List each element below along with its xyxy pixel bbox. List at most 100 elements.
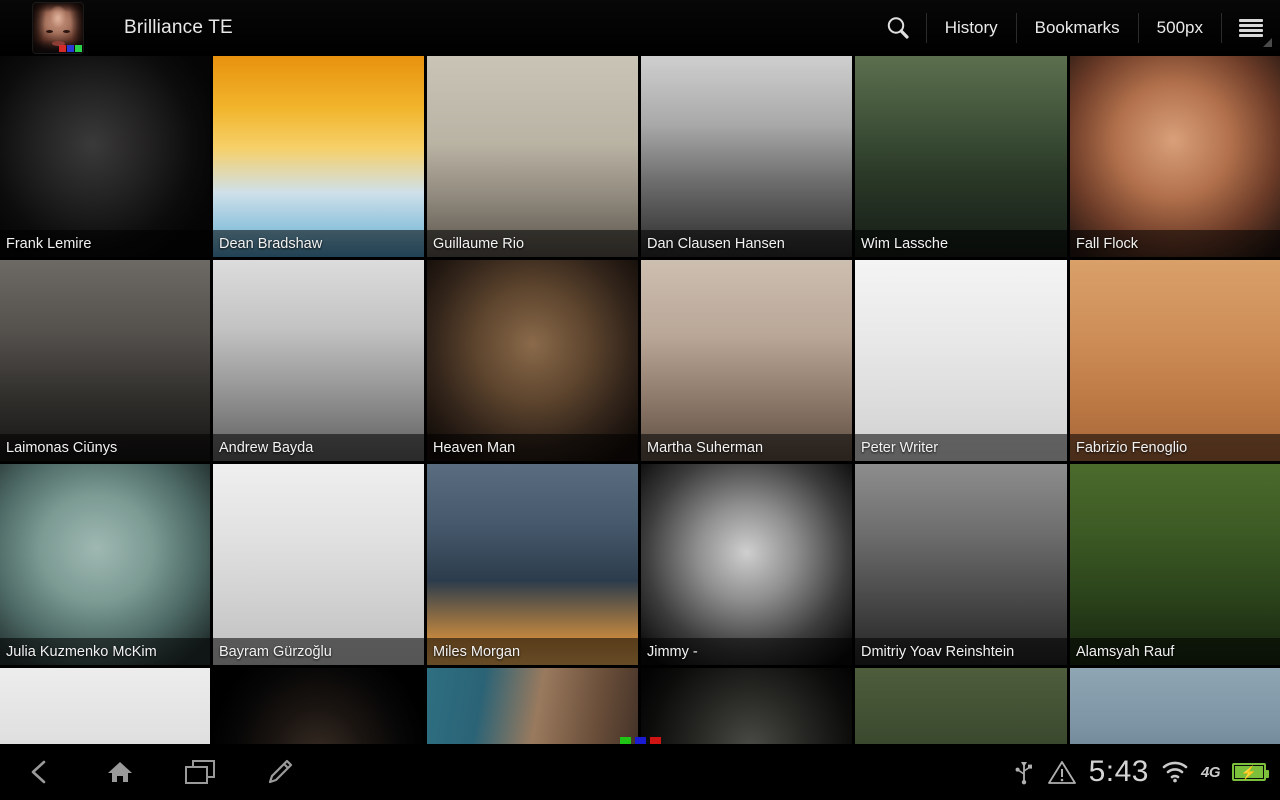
photo-thumbnail: [1070, 668, 1280, 744]
back-chevron-icon: [31, 760, 46, 784]
photo-thumbnail: [427, 260, 638, 461]
photo-tile[interactable]: [1070, 668, 1280, 744]
photo-thumbnail: [855, 260, 1067, 461]
photo-tile[interactable]: [213, 668, 424, 744]
app-logo-rgb-squares: [59, 45, 82, 52]
overflow-menu-button[interactable]: [1222, 0, 1280, 56]
usb-button[interactable]: [1013, 759, 1035, 785]
photo-tile[interactable]: Dean Bradshaw: [213, 56, 424, 257]
usb-icon: [1015, 762, 1032, 785]
grid-row: [0, 668, 1280, 744]
photo-thumbnail: [641, 668, 852, 744]
photo-tile[interactable]: Dmitriy Yoav Reinshtein: [855, 464, 1067, 665]
app-logo-eye-left: [46, 30, 53, 33]
clock[interactable]: 5:43: [1089, 755, 1149, 789]
photo-tile[interactable]: [427, 668, 638, 744]
photo-thumbnail: [641, 260, 852, 461]
search-icon: [887, 17, 909, 39]
warning-triangle-icon: [1047, 761, 1076, 784]
photo-thumbnail: [1070, 464, 1280, 665]
back-button[interactable]: [0, 744, 80, 800]
grid-row: Julia Kuzmenko McKim Bayram Gürzoğlu Mil…: [0, 464, 1280, 665]
photo-tile[interactable]: Peter Writer: [855, 260, 1067, 461]
battery-charging-icon[interactable]: ⚡: [1232, 763, 1269, 781]
photo-thumbnail: [641, 464, 852, 665]
system-nav-buttons: [0, 744, 320, 800]
app-logo-eye-right: [63, 30, 70, 33]
photo-thumbnail: [1070, 260, 1280, 461]
photo-caption: Martha Suherman: [641, 434, 852, 461]
photo-caption: Heaven Man: [427, 434, 638, 461]
photo-thumbnail: [855, 668, 1067, 744]
photo-caption: Dan Clausen Hansen: [641, 230, 852, 257]
photo-caption: Alamsyah Rauf: [1070, 638, 1280, 665]
photo-tile[interactable]: Dan Clausen Hansen: [641, 56, 852, 257]
photo-tile[interactable]: Fabrizio Fenoglio: [1070, 260, 1280, 461]
battery-bolt-icon: ⚡: [1240, 764, 1258, 780]
photo-tile[interactable]: Julia Kuzmenko McKim: [0, 464, 210, 665]
photo-thumbnail: [427, 668, 638, 744]
recent-apps-button[interactable]: [160, 744, 240, 800]
nav-item-bookmarks[interactable]: Bookmarks: [1017, 0, 1138, 56]
photo-caption: Guillaume Rio: [427, 230, 638, 257]
photo-thumbnail: [427, 464, 638, 665]
edit-button[interactable]: [240, 744, 320, 800]
photo-caption: Laimonas Ciūnys: [0, 434, 210, 461]
photo-thumbnail: [855, 464, 1067, 665]
rgb-square-green: [75, 45, 82, 52]
photo-caption: Julia Kuzmenko McKim: [0, 638, 210, 665]
photo-thumbnail: [213, 56, 424, 257]
photo-caption: Dean Bradshaw: [213, 230, 424, 257]
nav-item-history[interactable]: History: [927, 0, 1016, 56]
system-bar: 5:43 4G ⚡: [0, 744, 1280, 800]
photo-tile[interactable]: Martha Suherman: [641, 260, 852, 461]
nav-actions: History Bookmarks 500px: [870, 0, 1280, 56]
photo-tile[interactable]: Jimmy -: [641, 464, 852, 665]
pencil-edit-icon: [268, 759, 293, 784]
photo-caption: Jimmy -: [641, 638, 852, 665]
photo-caption: Bayram Gürzoğlu: [213, 638, 424, 665]
app-title: Brilliance TE: [124, 17, 233, 38]
nav-item-500px[interactable]: 500px: [1139, 0, 1221, 56]
photo-grid[interactable]: Frank Lemire Dean Bradshaw Guillaume Rio…: [0, 56, 1280, 744]
photo-thumbnail: [1070, 56, 1280, 257]
recent-apps-icon: [185, 760, 215, 784]
photo-thumbnail: [641, 56, 852, 257]
photo-thumbnail: [213, 668, 424, 744]
photo-tile[interactable]: Wim Lassche: [855, 56, 1067, 257]
photo-caption: Fabrizio Fenoglio: [1070, 434, 1280, 461]
photo-tile[interactable]: Fall Flock: [1070, 56, 1280, 257]
search-button[interactable]: [870, 0, 926, 56]
app-logo-icon[interactable]: [33, 3, 83, 53]
wifi-button[interactable]: [1161, 760, 1189, 784]
photo-tile[interactable]: Andrew Bayda: [213, 260, 424, 461]
photo-tile[interactable]: Bayram Gürzoğlu: [213, 464, 424, 665]
photo-caption: Fall Flock: [1070, 230, 1280, 257]
photo-tile[interactable]: [855, 668, 1067, 744]
photo-thumbnail: [0, 668, 210, 744]
photo-tile[interactable]: Miles Morgan: [427, 464, 638, 665]
home-button[interactable]: [80, 744, 160, 800]
photo-tile[interactable]: [0, 668, 210, 744]
photo-tile[interactable]: Laimonas Ciūnys: [0, 260, 210, 461]
photo-caption: Peter Writer: [855, 434, 1067, 461]
photo-tile[interactable]: Alamsyah Rauf: [1070, 464, 1280, 665]
warning-button[interactable]: [1047, 759, 1077, 785]
rgb-square-blue: [67, 45, 74, 52]
photo-caption: Frank Lemire: [0, 230, 210, 257]
photo-tile[interactable]: Frank Lemire: [0, 56, 210, 257]
system-status-area[interactable]: 5:43 4G ⚡: [1013, 755, 1280, 789]
rgb-square-red: [59, 45, 66, 52]
photo-caption: Andrew Bayda: [213, 434, 424, 461]
network-type-label: 4G: [1200, 763, 1221, 781]
photo-tile[interactable]: Guillaume Rio: [427, 56, 638, 257]
photo-thumbnail: [0, 56, 210, 257]
photo-tile[interactable]: [641, 668, 852, 744]
photo-caption: Dmitriy Yoav Reinshtein: [855, 638, 1067, 665]
photo-thumbnail: [213, 260, 424, 461]
photo-tile[interactable]: Heaven Man: [427, 260, 638, 461]
photo-caption: Wim Lassche: [855, 230, 1067, 257]
home-icon: [108, 762, 132, 782]
photo-thumbnail: [213, 464, 424, 665]
menu-corner-triangle-icon: [1263, 38, 1272, 47]
